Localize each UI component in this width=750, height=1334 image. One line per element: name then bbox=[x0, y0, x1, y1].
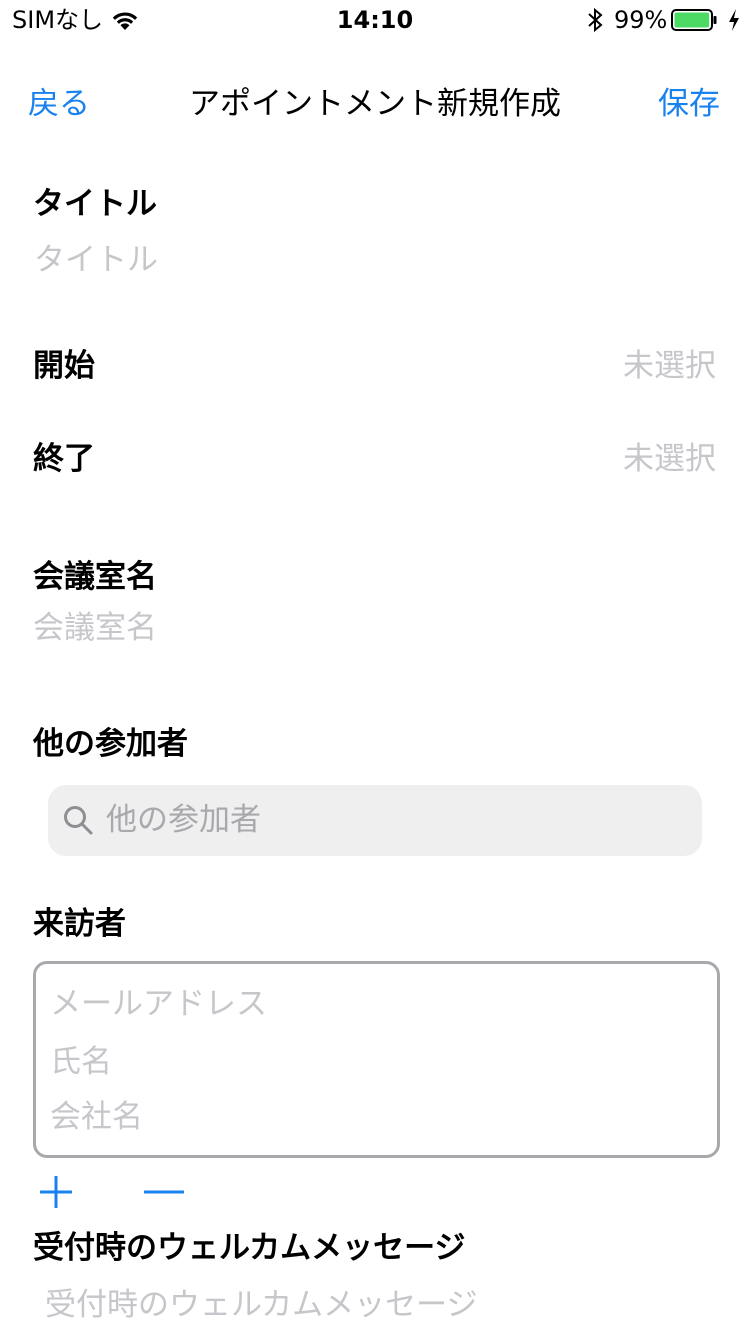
battery-icon bbox=[671, 9, 717, 31]
end-label: 終了 bbox=[33, 441, 95, 477]
visitor-label: 来訪者 bbox=[33, 906, 126, 942]
search-icon bbox=[64, 806, 93, 835]
status-bar: SIMなし 14:10 99% bbox=[0, 0, 750, 40]
page-title: アポイントメント新規作成 bbox=[189, 86, 561, 122]
save-button[interactable]: 保存 bbox=[658, 82, 720, 126]
start-picker[interactable]: 未選択 bbox=[623, 344, 716, 388]
appointment-create-screen: SIMなし 14:10 99% 戻る アポイントメント新規作成 保存 タイトル … bbox=[0, 0, 750, 1334]
bluetooth-icon bbox=[588, 8, 603, 32]
visitor-company-input[interactable]: 会社名 bbox=[50, 1095, 143, 1139]
end-picker[interactable]: 未選択 bbox=[623, 437, 716, 481]
start-label: 開始 bbox=[33, 348, 95, 384]
battery-percentage: 99% bbox=[614, 6, 668, 34]
room-label: 会議室名 bbox=[33, 559, 157, 595]
charging-icon bbox=[729, 9, 739, 31]
title-input[interactable]: タイトル bbox=[34, 238, 158, 282]
welcome-message-input[interactable]: 受付時のウェルカムメッセージ bbox=[45, 1283, 477, 1327]
minus-icon[interactable] bbox=[143, 1174, 185, 1210]
room-input[interactable]: 会議室名 bbox=[33, 606, 157, 650]
visitor-name-input[interactable]: 氏名 bbox=[50, 1040, 112, 1084]
visitor-email-input[interactable]: メールアドレス bbox=[50, 982, 267, 1026]
participants-label: 他の参加者 bbox=[33, 726, 188, 762]
participants-search-input[interactable]: 他の参加者 bbox=[106, 798, 261, 842]
plus-icon[interactable] bbox=[38, 1174, 74, 1210]
title-label: タイトル bbox=[33, 186, 157, 222]
welcome-message-label: 受付時のウェルカムメッセージ bbox=[33, 1230, 466, 1266]
